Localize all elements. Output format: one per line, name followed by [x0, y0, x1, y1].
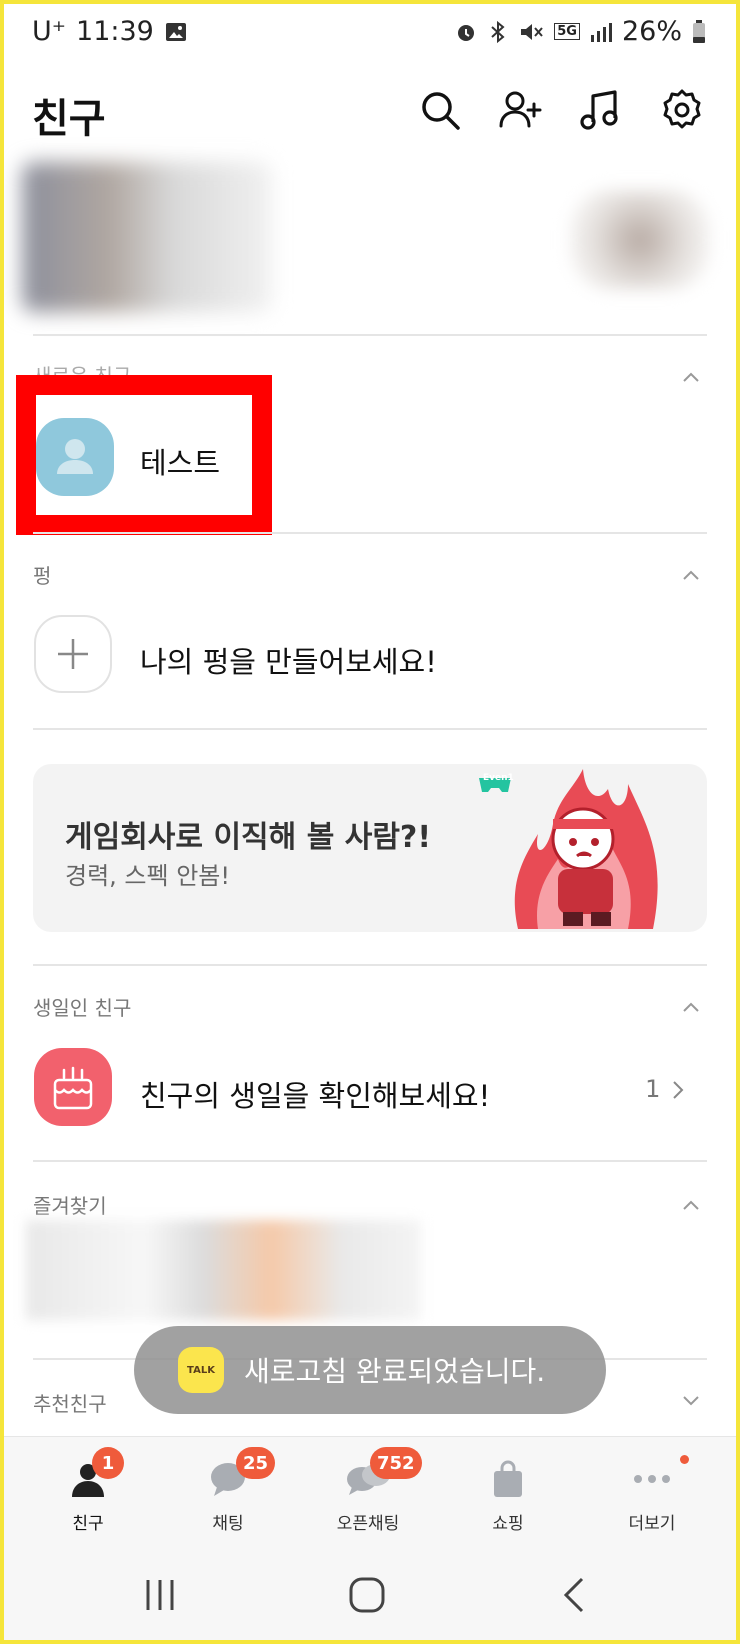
plus-icon [58, 639, 88, 669]
section-label-birthday: 생일인 친구 [33, 996, 132, 1020]
ad-banner[interactable]: 게임회사로 이직해 볼 사람?! 경력, 스펙 안봄! Even1 [33, 764, 707, 932]
chevron-up-icon[interactable] [682, 1196, 700, 1214]
my-profile-blurred[interactable] [22, 162, 272, 312]
nav-tab-more[interactable]: 더보기 [578, 1437, 726, 1547]
divider [33, 1160, 707, 1162]
music-icon[interactable] [578, 88, 622, 132]
nav-label: 오픈채팅 [336, 1514, 400, 1534]
chevron-up-icon[interactable] [682, 998, 700, 1016]
favorite-friend-blurred[interactable] [26, 1220, 421, 1320]
page-title: 친구 [32, 96, 106, 142]
create-pung-button[interactable] [34, 615, 112, 693]
pung-prompt[interactable]: 나의 펑을 만들어보세요! [140, 639, 437, 681]
nav-label: 친구 [72, 1514, 104, 1534]
chevron-right-icon [673, 1081, 684, 1099]
chevron-down-icon[interactable] [682, 1392, 700, 1410]
section-label-recommended: 추천친구 [33, 1392, 107, 1416]
clock: 11:39 [76, 16, 154, 47]
nav-label: 쇼핑 [492, 1514, 524, 1534]
talk-icon: TALK [178, 1347, 224, 1393]
network-type: 5G [554, 23, 580, 40]
gallery-icon [165, 22, 186, 41]
birthday-count[interactable]: 1 [645, 1075, 684, 1103]
section-label-pung: 펑 [33, 564, 52, 588]
bottom-nav: 1 친구 25 채팅 752 오픈채팅 쇼핑 더보기 [0, 1436, 740, 1547]
shopping-bag-icon [494, 1460, 522, 1497]
chats-badge: 25 [236, 1447, 276, 1479]
nav-label: 더보기 [628, 1514, 676, 1534]
divider [33, 334, 707, 336]
divider [33, 964, 707, 966]
profile-music-blurred[interactable] [570, 190, 710, 290]
divider [33, 532, 707, 534]
friend-avatar[interactable] [36, 418, 114, 496]
open-chat-badge: 752 [370, 1447, 422, 1479]
section-label-favorites: 즐겨찾기 [33, 1194, 107, 1218]
divider [33, 728, 707, 730]
birthday-prompt[interactable]: 친구의 생일을 확인해보세요! [140, 1073, 490, 1115]
banner-title: 게임회사로 이직해 볼 사람?! [65, 820, 432, 855]
new-dot [680, 1455, 689, 1464]
birthday-avatar[interactable] [34, 1048, 112, 1126]
settings-gear-icon[interactable] [660, 88, 704, 132]
chevron-up-icon[interactable] [682, 566, 700, 584]
friends-badge: 1 [92, 1447, 124, 1479]
mute-icon [521, 23, 544, 40]
nav-tab-shopping[interactable]: 쇼핑 [434, 1437, 582, 1547]
friend-name[interactable]: 테스트 [140, 440, 220, 482]
fire-character-illustration [514, 769, 658, 929]
battery-level: 26% [621, 16, 682, 47]
status-bar: U⁺ 11:39 5G 26% [0, 0, 740, 68]
birthday-count-value: 1 [645, 1075, 661, 1103]
battery-icon [693, 19, 705, 43]
recent-apps-icon[interactable] [142, 1578, 178, 1612]
back-icon[interactable] [562, 1576, 586, 1614]
cake-icon [53, 1066, 93, 1110]
banner-subtitle: 경력, 스펙 안봄! [65, 862, 230, 890]
bluetooth-icon [491, 20, 505, 43]
nav-tab-chats[interactable]: 25 채팅 [154, 1437, 302, 1547]
nav-tab-open-chat[interactable]: 752 오픈채팅 [294, 1437, 442, 1547]
nav-tab-friends[interactable]: 1 친구 [14, 1437, 162, 1547]
signal-icon [590, 22, 612, 42]
toast-text: 새로고침 완료되었습니다. [244, 1355, 546, 1388]
talk-icon-text: TALK [187, 1364, 215, 1376]
system-nav-bar [0, 1546, 740, 1644]
carrier-label: U⁺ [32, 16, 67, 47]
toast: TALK 새로고침 완료되었습니다. [134, 1326, 606, 1414]
default-person-icon [57, 439, 93, 474]
home-icon[interactable] [348, 1576, 386, 1614]
search-icon[interactable] [418, 88, 462, 132]
chevron-up-icon[interactable] [682, 368, 700, 386]
alarm-icon [458, 24, 475, 41]
more-dots-icon [634, 1475, 670, 1483]
nav-label: 채팅 [212, 1514, 244, 1534]
add-friend-icon[interactable] [498, 88, 542, 132]
